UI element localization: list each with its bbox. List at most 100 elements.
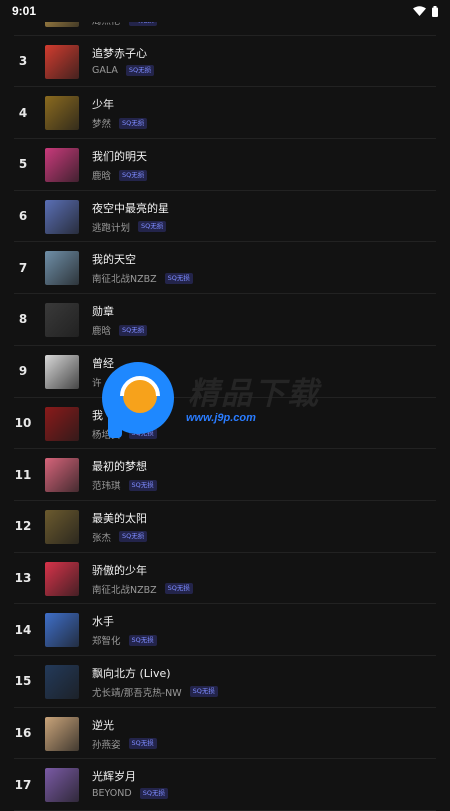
- watermark-logo-icon: [102, 362, 174, 438]
- song-row[interactable]: 13 骄傲的少年 南征北战NZBZ SQ无损: [14, 553, 436, 605]
- sq-lossless-badge: SQ无损: [128, 634, 157, 646]
- song-row[interactable]: 17 光辉岁月 BEYOND SQ无损: [14, 759, 436, 811]
- sq-lossless-badge: SQ无损: [128, 479, 157, 491]
- song-row[interactable]: 3 追梦赤子心 GALA SQ无损: [14, 36, 436, 88]
- song-rank: 9: [18, 364, 28, 379]
- song-row[interactable]: 11 最初的梦想 范玮琪 SQ无损: [14, 449, 436, 501]
- song-row[interactable]: 6 夜空中最亮的星 逃跑计划 SQ无损: [14, 191, 436, 243]
- song-row[interactable]: 15 飘向北方 (Live) 尤长靖/那吾克热-NW SQ无损: [14, 656, 436, 708]
- sq-lossless-badge: SQ无损: [119, 531, 148, 543]
- song-meta: 逃跑计划 SQ无损: [92, 220, 167, 234]
- song-rank: 3: [18, 54, 28, 69]
- song-rank: 12: [14, 519, 32, 534]
- song-title[interactable]: 夜空中最亮的星: [92, 200, 169, 216]
- song-meta: 南征北战NZBZ SQ无损: [92, 582, 193, 596]
- album-cover[interactable]: [45, 303, 79, 338]
- song-rank: 17: [14, 777, 32, 792]
- song-rank: 7: [18, 260, 28, 275]
- song-artist: 南征北战NZBZ: [92, 274, 157, 286]
- song-meta: 张杰 SQ无损: [92, 530, 148, 544]
- song-artist: 郑智化: [92, 636, 121, 648]
- song-meta: 郑智化 SQ无损: [92, 633, 157, 647]
- song-artist: 孙燕姿: [92, 739, 121, 751]
- song-meta: 鹿晗 SQ无损: [92, 168, 148, 183]
- song-artist: 范玮琪: [92, 481, 121, 493]
- song-rank: 13: [14, 570, 32, 585]
- song-meta: 孙燕姿 SQ无损: [92, 737, 157, 751]
- sq-lossless-badge: SQ无损: [138, 221, 167, 233]
- sq-lossless-badge: SQ无损: [119, 117, 148, 129]
- song-artist: 尤长靖/那吾克热-NW: [92, 687, 182, 699]
- sq-lossless-badge: SQ无损: [119, 324, 148, 336]
- album-cover[interactable]: [45, 458, 79, 493]
- wifi-icon: [413, 6, 426, 16]
- song-meta: 范玮琪 SQ无损: [92, 478, 157, 492]
- sq-lossless-badge: SQ无损: [189, 686, 218, 698]
- album-cover[interactable]: [45, 251, 79, 286]
- status-icons: [413, 5, 438, 17]
- album-cover[interactable]: [45, 199, 79, 234]
- song-rank: 8: [18, 312, 28, 327]
- sq-lossless-badge: SQ无损: [164, 583, 193, 595]
- album-cover[interactable]: [45, 664, 79, 699]
- album-cover[interactable]: [45, 716, 79, 751]
- song-title[interactable]: 我们的明天: [92, 148, 147, 164]
- song-rank: 15: [14, 674, 32, 689]
- album-cover[interactable]: [45, 148, 79, 183]
- song-artist: 梦然: [92, 119, 112, 131]
- song-title[interactable]: 追梦赤子心: [92, 45, 147, 61]
- song-artist: 南征北战NZBZ: [92, 584, 157, 596]
- sq-lossless-badge: SQ无损: [125, 64, 155, 76]
- watermark-url: www.j9p.com: [186, 412, 256, 424]
- album-cover[interactable]: [45, 561, 79, 596]
- song-rank: 16: [14, 725, 32, 740]
- song-artist: GALA: [92, 64, 118, 76]
- song-meta: 鹿晗 SQ无损: [92, 323, 148, 338]
- song-rank: 14: [14, 622, 32, 637]
- sq-lossless-badge: SQ无损: [164, 272, 193, 284]
- song-title[interactable]: 勋章: [92, 303, 114, 319]
- song-meta: BEYOND SQ无损: [92, 788, 168, 800]
- song-rank: 11: [14, 467, 32, 482]
- song-artist: 鹿晗: [92, 326, 112, 338]
- song-row[interactable]: 5 我们的明天 鹿晗 SQ无损: [14, 139, 436, 191]
- song-row[interactable]: 7 我的天空 南征北战NZBZ SQ无损: [14, 242, 436, 295]
- song-title[interactable]: 最美的太阳: [92, 510, 147, 526]
- song-rank: 10: [14, 415, 32, 430]
- song-rank: 5: [18, 157, 28, 172]
- album-cover[interactable]: [45, 613, 79, 648]
- song-row[interactable]: 8 勋章 鹿晗 SQ无损: [14, 294, 436, 346]
- album-cover[interactable]: [45, 354, 79, 389]
- song-artist: BEYOND: [92, 788, 132, 800]
- song-title[interactable]: 我的天空: [92, 251, 136, 267]
- song-meta: GALA SQ无损: [92, 64, 155, 76]
- song-title[interactable]: 飘向北方 (Live): [92, 665, 171, 681]
- song-title[interactable]: 逆光: [92, 717, 114, 733]
- status-time: 9:01: [12, 4, 37, 18]
- album-cover[interactable]: [45, 96, 79, 131]
- sq-lossless-badge: SQ无损: [128, 738, 157, 750]
- song-row[interactable]: 12 最美的太阳 张杰 SQ无损: [14, 501, 436, 553]
- song-meta: 南征北战NZBZ SQ无损: [92, 271, 193, 285]
- album-cover[interactable]: [45, 44, 79, 79]
- song-title[interactable]: 少年: [92, 96, 114, 112]
- watermark: 精品下载 www.j9p.com: [100, 360, 360, 440]
- battery-icon: [432, 5, 438, 17]
- song-meta: 尤长靖/那吾克热-NW SQ无损: [92, 685, 218, 699]
- song-artist: 逃跑计划: [92, 222, 131, 234]
- song-title[interactable]: 光辉岁月: [92, 768, 136, 784]
- song-artist: 鹿晗: [92, 171, 112, 183]
- song-meta: 梦然 SQ无损: [92, 116, 148, 131]
- album-cover[interactable]: [45, 768, 79, 803]
- song-rank: 4: [18, 105, 28, 120]
- sq-lossless-badge: SQ无损: [119, 169, 148, 181]
- song-row[interactable]: 16 逆光 孙燕姿 SQ无损: [14, 708, 436, 760]
- song-row[interactable]: 14 水手 郑智化 SQ无损: [14, 604, 436, 656]
- album-cover[interactable]: [45, 406, 79, 441]
- song-title[interactable]: 骄傲的少年: [92, 562, 147, 578]
- watermark-brand: 精品下载: [188, 376, 320, 412]
- song-row[interactable]: 4 少年 梦然 SQ无损: [14, 87, 436, 140]
- album-cover[interactable]: [45, 509, 79, 544]
- song-title[interactable]: 水手: [92, 613, 114, 629]
- song-title[interactable]: 最初的梦想: [92, 458, 147, 474]
